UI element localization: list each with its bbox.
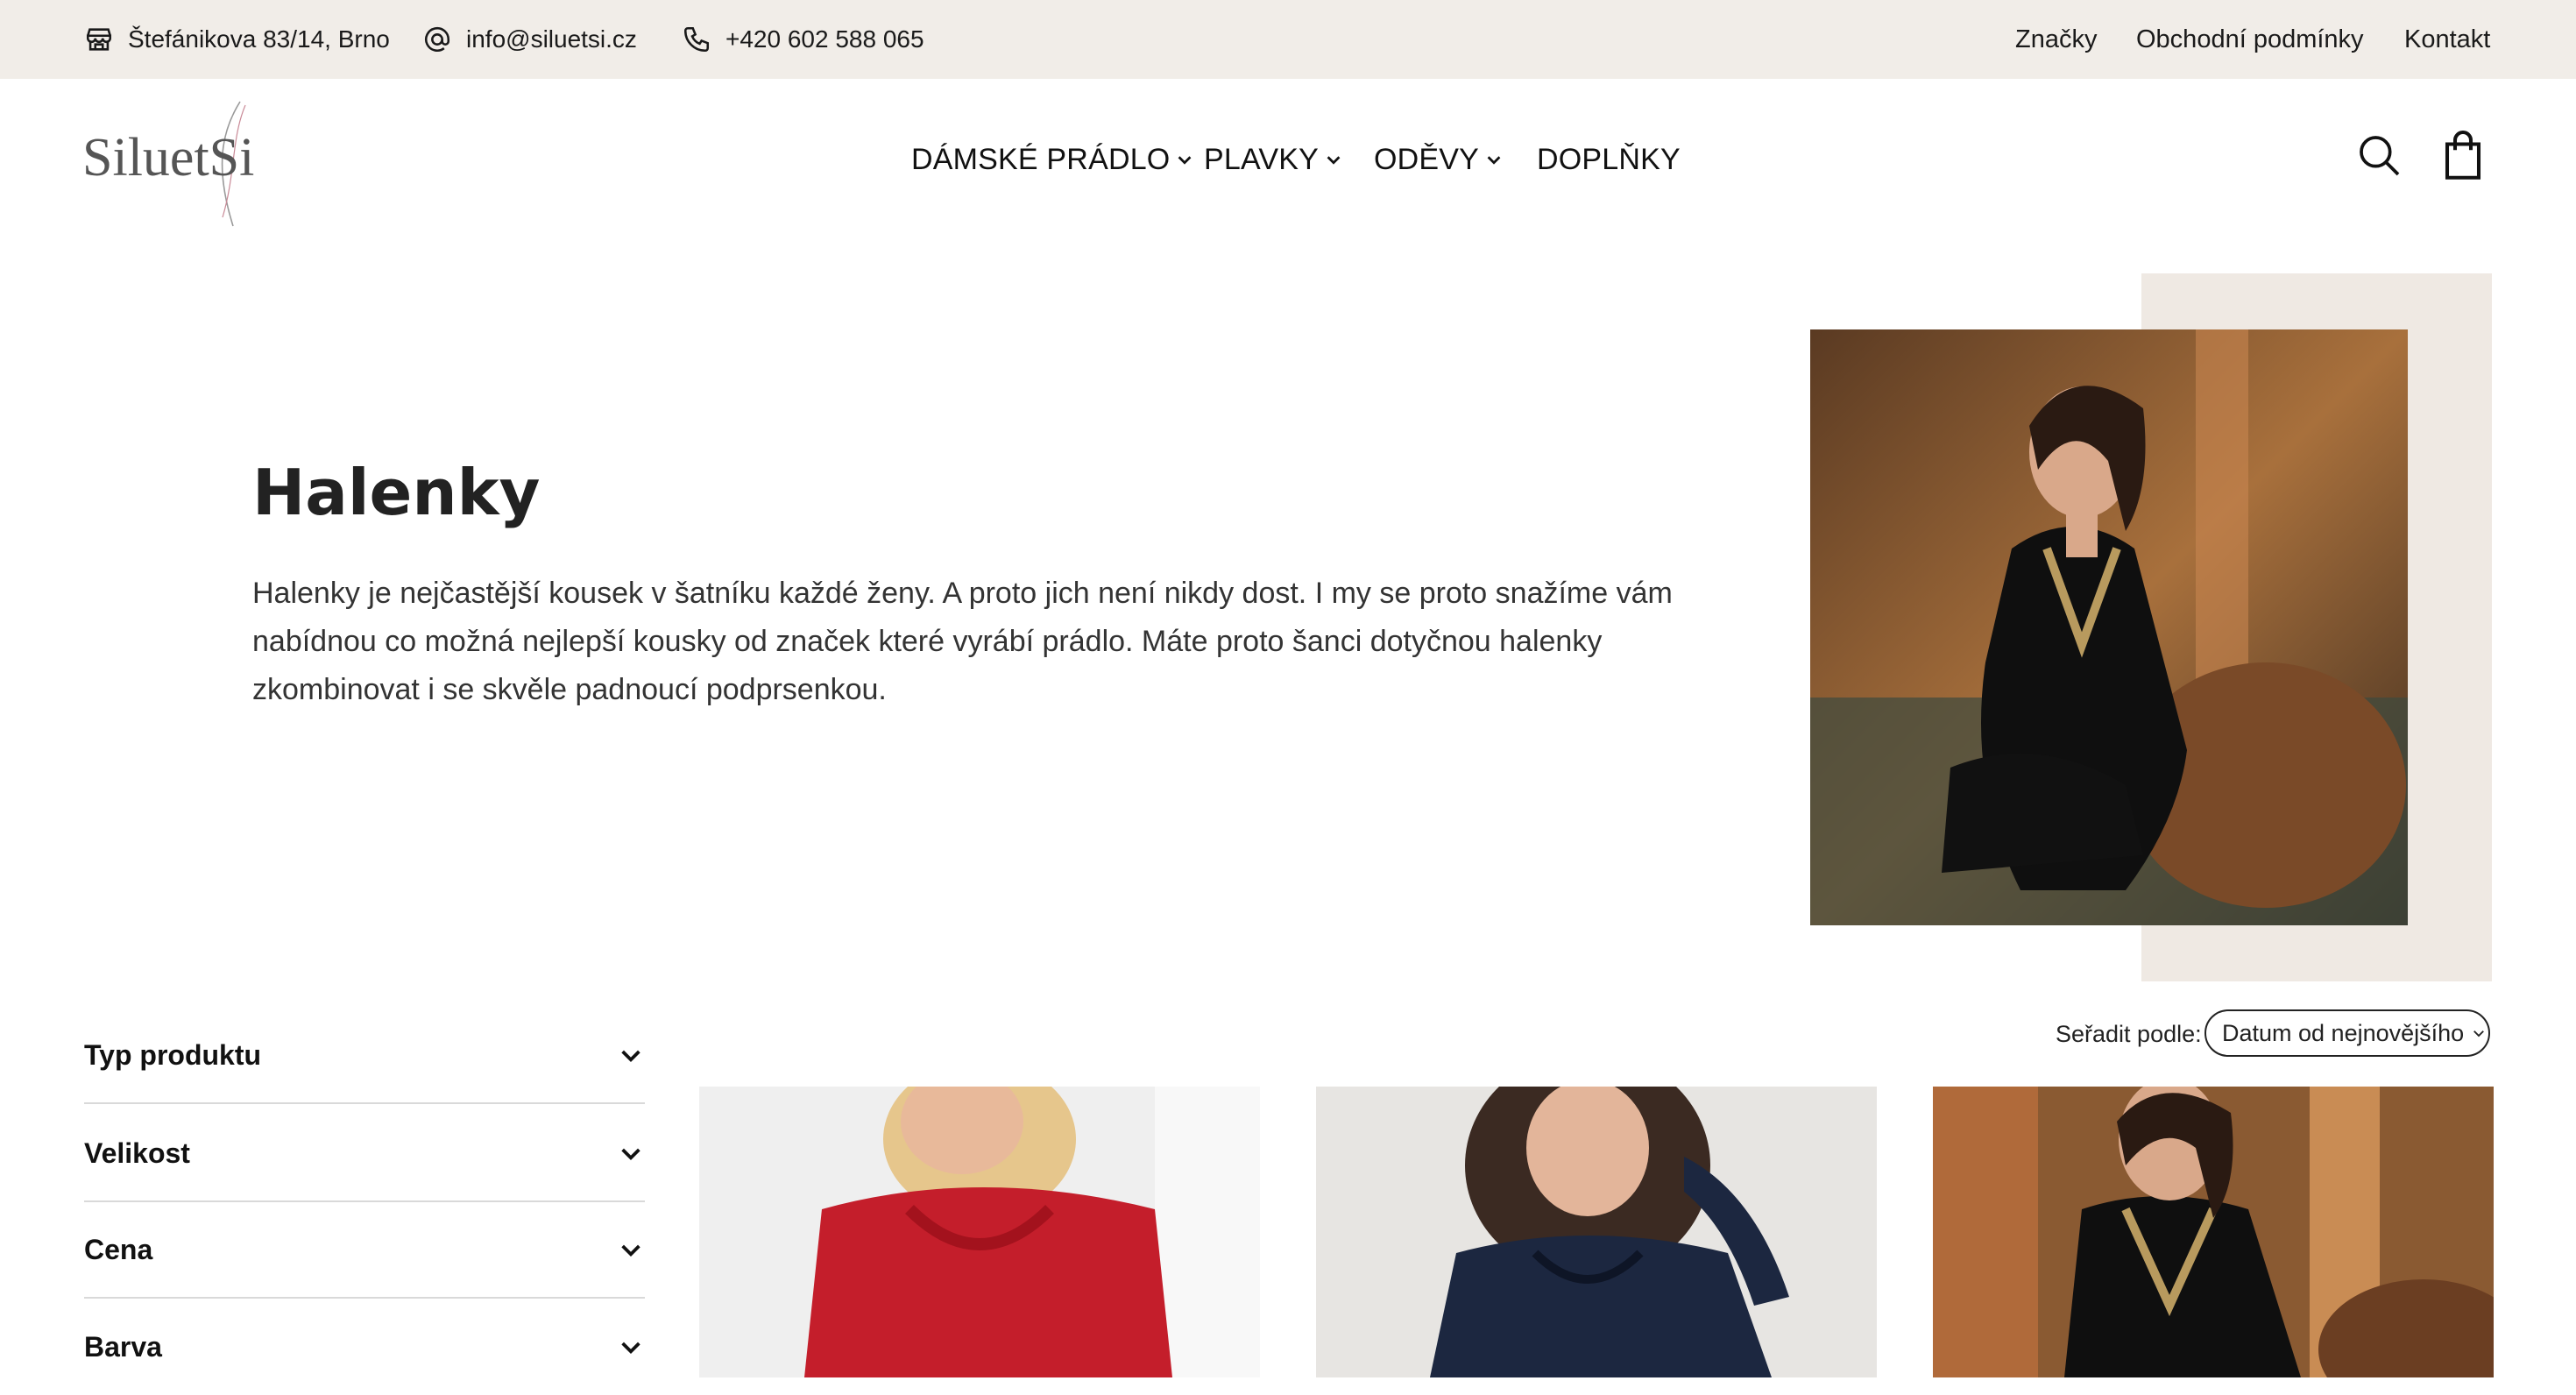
phone-text[interactable]: +420 602 588 065 [725,25,924,53]
product-image [1316,1087,1877,1377]
brands-link[interactable]: Značky [2015,0,2097,79]
logo-text: SiluetSi [82,128,254,188]
product-card[interactable] [1933,1087,2494,1377]
chevron-down-icon [1487,156,1501,165]
chevron-down-icon [621,1244,640,1257]
contact-link[interactable]: Kontakt [2404,0,2490,79]
chevron-down-icon [621,1148,640,1160]
at-icon [424,26,450,52]
nav-accessories-label: DOPLŇKY [1537,142,1681,176]
address-text: Štefánikova 83/14, Brno [128,25,390,53]
nav-lingerie-label: DÁMSKÉ PRÁDLO [911,142,1171,176]
filter-price[interactable]: Cena [84,1202,645,1299]
sort-label: Seřadit podle: [2056,1020,2202,1047]
nav-lingerie[interactable]: DÁMSKÉ PRÁDLO [911,131,1194,188]
chevron-down-icon [1327,156,1341,165]
page-title: Halenky [252,456,541,529]
chevron-down-icon [2473,1030,2485,1037]
chevron-down-icon [1178,156,1192,165]
product-card[interactable] [1316,1087,1877,1377]
email-text[interactable]: info@siluetsi.cz [466,25,637,53]
cart-bag-icon[interactable] [2439,130,2487,182]
nav-clothing[interactable]: ODĚVY [1374,131,1504,188]
phone-item[interactable]: +420 602 588 065 [682,0,924,79]
top-bar: Štefánikova 83/14, Brno info@siluetsi.cz… [0,0,2576,79]
search-icon[interactable] [2355,131,2404,181]
nav-swimwear-label: PLAVKY [1204,142,1319,176]
store-icon [86,28,112,51]
filter-size[interactable]: Velikost [84,1106,645,1202]
nav-clothing-label: ODĚVY [1374,142,1480,176]
product-image [699,1087,1260,1377]
category-description: Halenky je nejčastější kousek v šatníku … [252,577,1673,706]
product-card[interactable] [699,1087,1260,1377]
address-item: Štefánikova 83/14, Brno [84,0,390,79]
filter-label: Typ produktu [84,1038,262,1071]
product-image [1933,1087,2494,1377]
nav-accessories[interactable]: DOPLŇKY [1537,131,1681,188]
filter-label: Cena [84,1233,153,1265]
terms-link[interactable]: Obchodní podmínky [2136,0,2364,79]
nav-swimwear[interactable]: PLAVKY [1204,131,1343,188]
filter-label: Barva [84,1330,162,1363]
hero-image [1810,329,2408,925]
filter-product-type[interactable]: Typ produktu [84,1008,645,1104]
filter-label: Velikost [84,1137,190,1169]
email-item[interactable]: info@siluetsi.cz [422,0,637,79]
sort-selected-value: Datum od nejnovějšího [2222,1019,2465,1046]
logo[interactable]: SiluetSi [82,95,284,230]
sort-select[interactable]: Datum od nejnovějšího [2204,1009,2490,1057]
phone-icon [683,26,710,53]
filter-color[interactable]: Barva [84,1299,645,1395]
chevron-down-icon [621,1342,640,1354]
chevron-down-icon [621,1050,640,1062]
